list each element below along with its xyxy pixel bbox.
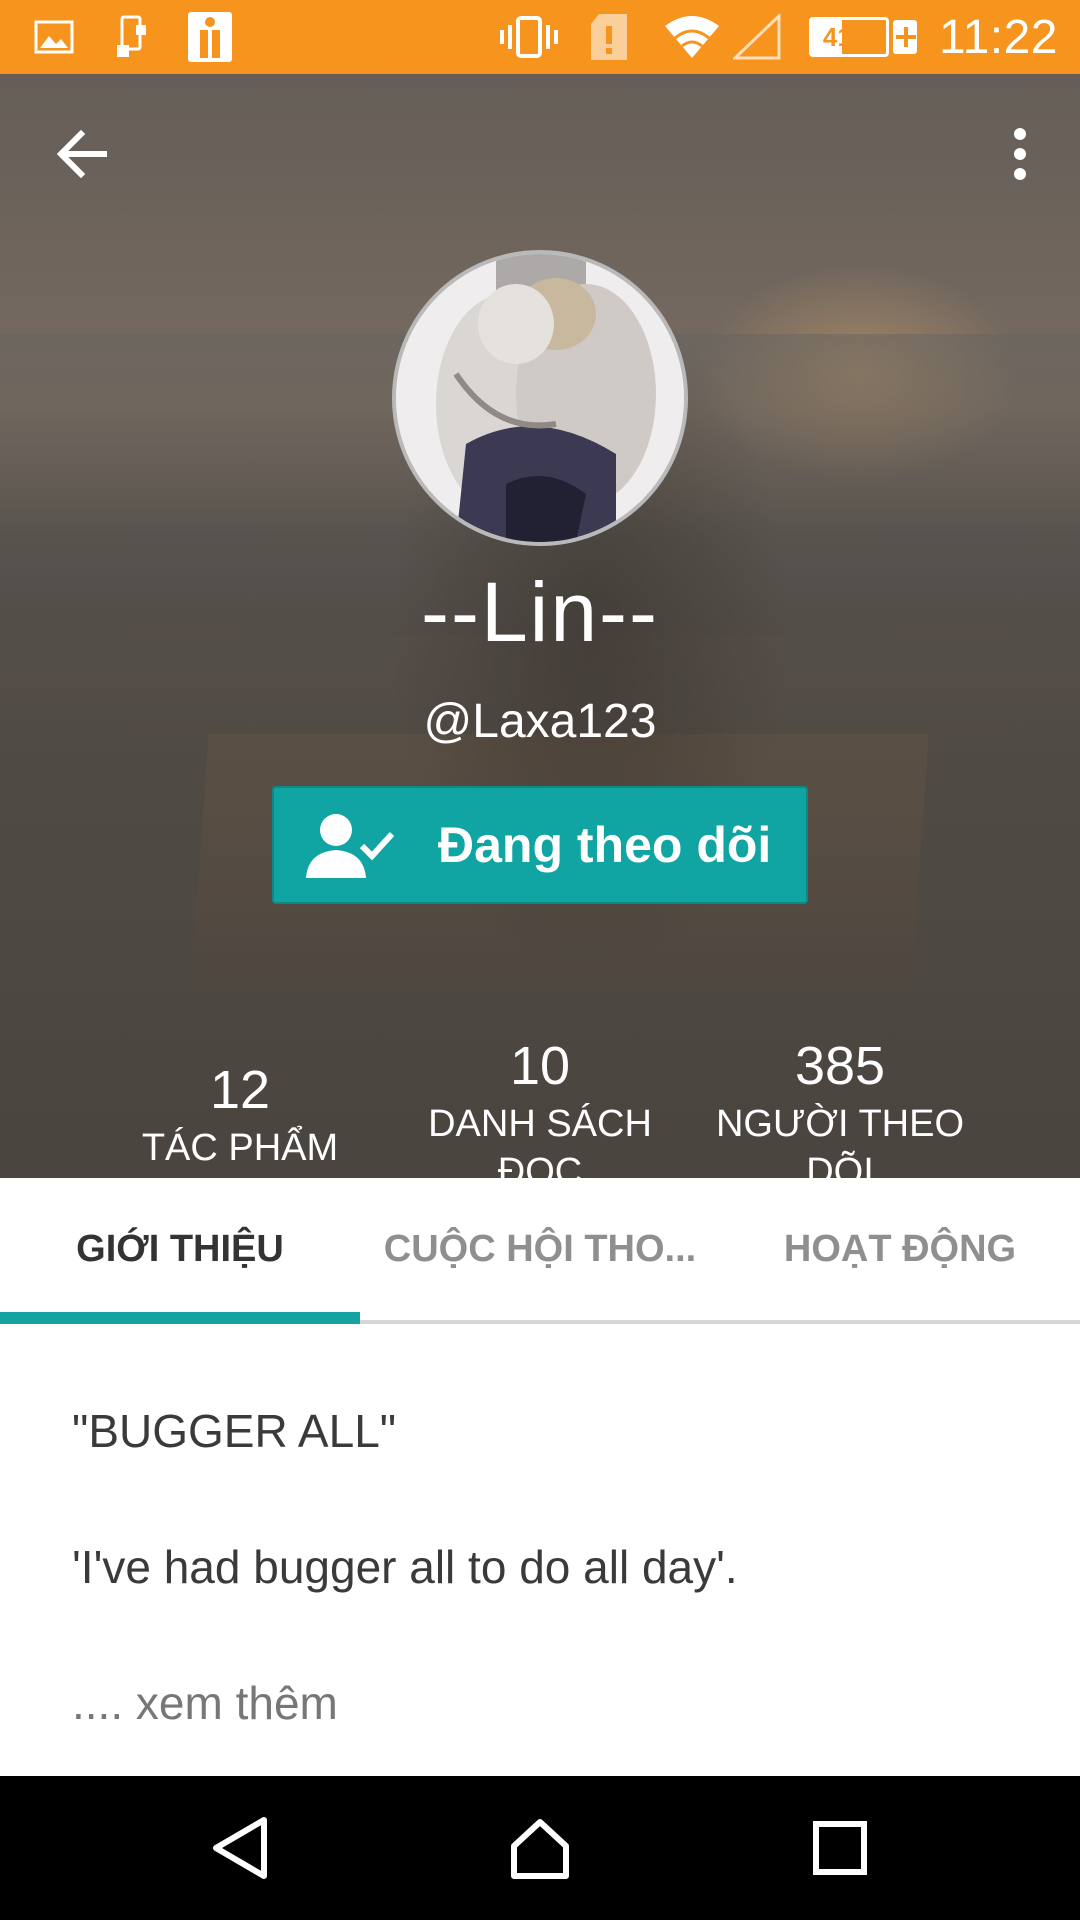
tab-active-indicator: [0, 1312, 360, 1324]
sim-alert-icon: [590, 14, 627, 60]
following-button[interactable]: Đang theo dõi: [272, 786, 808, 904]
stat-works-count: 12: [209, 1060, 271, 1120]
vibrate-icon: [499, 16, 558, 58]
app-notification-icon: [188, 12, 232, 62]
stat-works-label: TÁC PHẨM: [141, 1127, 339, 1169]
about-section: "BUGGER ALL" 'I've had bugger all to do …: [0, 1324, 1080, 1776]
arrow-back-icon: [57, 130, 107, 178]
about-title: "BUGGER ALL": [72, 1405, 397, 1457]
stat-followers-label: NGƯỜI THEO DÕI: [700, 1100, 980, 1178]
system-nav-bar: [0, 1776, 1080, 1920]
stat-reading-lists-count: 10: [509, 1036, 571, 1096]
battery-charging-icon: 41%: [808, 17, 917, 57]
tab-about[interactable]: GIỚI THIỆU: [0, 1178, 360, 1320]
more-vertical-icon: [1014, 128, 1026, 180]
status-bar-system: 41% 11:22: [499, 10, 1058, 64]
person-check-icon: [306, 814, 395, 878]
more-options-button[interactable]: [990, 124, 1050, 184]
cellular-signal-icon: [732, 14, 781, 60]
back-button[interactable]: [46, 124, 120, 184]
nav-recents-icon: [813, 1821, 867, 1875]
status-bar-notifications: [34, 12, 232, 62]
profile-tabs: GIỚI THIỆU CUỘC HỘI THO... HOẠT ĐỘNG: [0, 1178, 1080, 1324]
stat-followers-count: 385: [794, 1036, 886, 1096]
nav-home-button[interactable]: [480, 1776, 600, 1920]
battery-percent: 41%: [822, 21, 875, 52]
nav-back-button[interactable]: [180, 1776, 300, 1920]
stat-followers[interactable]: 385 NGƯỜI THEO DÕI: [700, 1036, 980, 1178]
avatar-photo: [396, 254, 684, 542]
profile-stats: 12 TÁC PHẨM 10 DANH SÁCH ĐỌC 385 NGƯỜI T…: [0, 954, 1080, 1178]
username: @Laxa123: [423, 695, 657, 748]
about-text: 'I've had bugger all to do all day'.: [72, 1541, 738, 1593]
stat-reading-lists[interactable]: 10 DANH SÁCH ĐỌC: [410, 1036, 670, 1178]
following-button-label: Đang theo dõi: [438, 817, 772, 873]
avatar[interactable]: [392, 250, 688, 546]
nav-recents-button[interactable]: [780, 1776, 900, 1920]
wifi-icon: [664, 16, 719, 58]
tab-conversations[interactable]: CUỘC HỘI THO...: [360, 1178, 720, 1320]
charging-plus-icon: [892, 20, 917, 54]
nav-home-icon: [511, 1819, 569, 1879]
phone-sync-icon: [117, 15, 146, 57]
image-icon: [34, 20, 74, 54]
tab-activity[interactable]: HOẠT ĐỘNG: [720, 1178, 1080, 1320]
status-bar: 41% 11:22: [0, 0, 1080, 74]
display-name: --Lin--: [421, 565, 659, 659]
stat-reading-lists-label-line2: ĐỌC: [497, 1151, 583, 1178]
stat-followers-label-line1: NGƯỜI THEO: [715, 1103, 965, 1145]
status-time: 11:22: [938, 10, 1058, 64]
stat-works[interactable]: 12 TÁC PHẨM: [120, 1060, 360, 1172]
stat-reading-lists-label-line1: DANH SÁCH: [428, 1103, 652, 1145]
battery-body: 41%: [808, 17, 889, 57]
nav-back-icon: [213, 1817, 267, 1879]
stat-followers-label-line2: DÕI: [806, 1151, 874, 1178]
profile-header: --Lin-- @Laxa123 Đang theo dõi 12 TÁC PH…: [0, 74, 1080, 1178]
stat-reading-lists-label: DANH SÁCH ĐỌC: [410, 1100, 670, 1178]
see-more-link[interactable]: .... xem thêm: [72, 1676, 338, 1730]
